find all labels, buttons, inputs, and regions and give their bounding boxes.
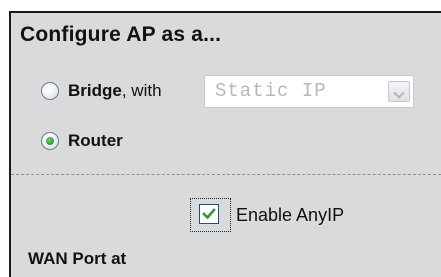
bridge-radio-label: Bridge	[68, 81, 122, 100]
bridge-radio[interactable]	[41, 82, 59, 100]
check-icon	[202, 208, 216, 220]
router-radio[interactable]	[41, 132, 59, 150]
radio-selected-dot-icon	[46, 137, 54, 145]
bridge-with-text: , with	[121, 81, 162, 100]
chevron-down-icon[interactable]	[388, 81, 410, 102]
bridge-radio-label-group[interactable]: Bridge, with	[68, 81, 162, 101]
section-divider	[11, 174, 441, 175]
wan-port-heading: WAN Port at	[28, 249, 127, 268]
router-radio-label: Router	[68, 131, 123, 150]
router-radio-label-group[interactable]: Router	[68, 131, 123, 151]
enable-anyip-label[interactable]: Enable AnyIP	[236, 205, 344, 226]
ip-mode-select-value: Static IP	[215, 80, 327, 102]
ip-mode-select[interactable]: Static IP	[204, 75, 414, 108]
enable-anyip-checkbox[interactable]	[199, 204, 219, 224]
configure-ap-heading: Configure AP as a...	[20, 23, 222, 46]
